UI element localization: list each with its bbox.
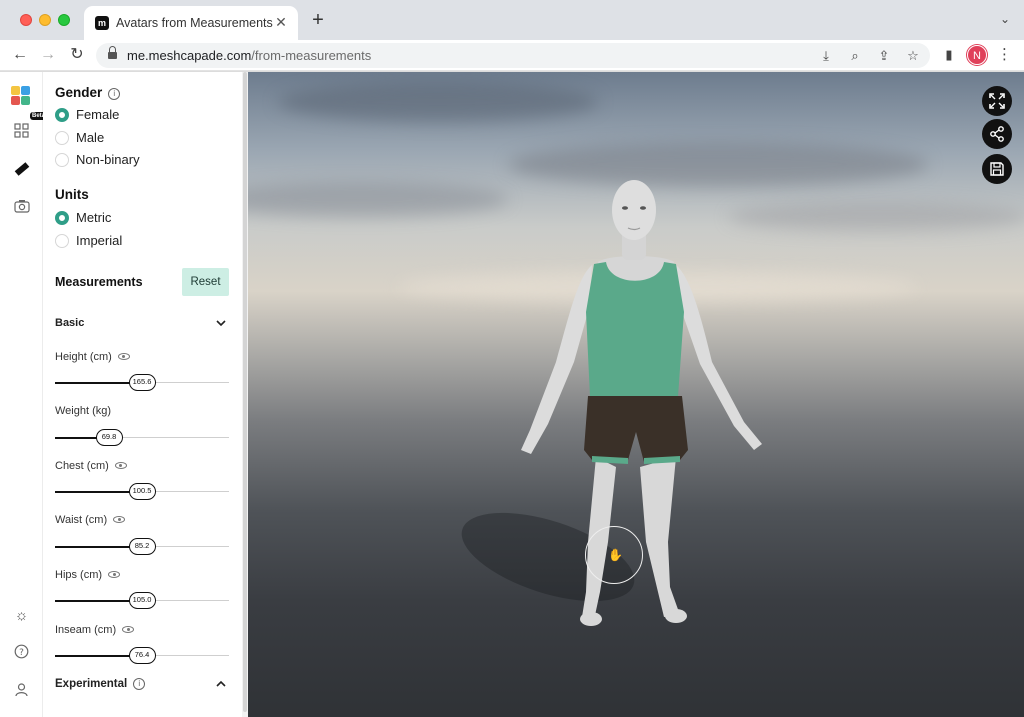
reload-icon[interactable]: ↻ — [66, 44, 88, 66]
eye-icon[interactable] — [117, 353, 130, 360]
eye-icon[interactable] — [108, 571, 121, 578]
address-bar[interactable]: me.meshcapade.com/from-measurements ⤓ ⌕ … — [96, 43, 930, 68]
minimize-window-button[interactable] — [39, 14, 51, 26]
sun-icon[interactable]: ☼ — [12, 606, 31, 625]
bookmark-star-icon[interactable]: ☆ — [904, 47, 922, 65]
reset-button[interactable]: Reset — [182, 268, 229, 296]
meshcapade-favicon-icon: m — [95, 16, 109, 30]
gender-heading: Gender i — [55, 85, 121, 100]
radio-button[interactable] — [55, 131, 69, 145]
browser-titlebar: m Avatars from Measurements ✕ + ⌄ — [0, 0, 1024, 40]
browser-tab[interactable]: m Avatars from Measurements ✕ — [84, 6, 298, 40]
grab-hand-icon: ✋ — [608, 548, 623, 562]
icon-rail: Beta ☼ ? — [0, 72, 48, 717]
eye-icon[interactable] — [114, 462, 127, 469]
chest-slider[interactable]: 100.5 — [55, 483, 229, 500]
side-panel-icon[interactable]: ▮ — [938, 44, 960, 66]
browser-menu-icon[interactable]: ⋮ — [997, 44, 1012, 66]
avatar-model[interactable] — [248, 72, 1024, 717]
eye-icon[interactable] — [122, 626, 135, 633]
dashboard-icon[interactable] — [12, 123, 31, 142]
weight-slider-handle[interactable]: 69.8 — [95, 429, 123, 446]
chest-slider-handle[interactable]: 100.5 — [128, 483, 156, 500]
hips-slider[interactable]: 105.0 — [55, 592, 229, 609]
app-root: Beta ☼ ? Gender i Female Male Non-binary… — [0, 72, 1024, 717]
share-icon[interactable]: ⇪ — [875, 47, 893, 65]
scrollbar-thumb[interactable] — [243, 72, 247, 712]
weight-label: Weight (kg) — [55, 405, 112, 417]
info-icon[interactable]: i — [108, 88, 121, 100]
maximize-window-button[interactable] — [58, 14, 70, 26]
lock-icon — [108, 46, 117, 60]
user-icon[interactable] — [12, 682, 31, 701]
profile-avatar[interactable]: N — [967, 45, 987, 65]
chevron-down-icon — [215, 317, 227, 331]
chevron-up-icon — [215, 678, 227, 692]
inseam-slider-handle[interactable]: 76.4 — [128, 647, 156, 664]
inseam-label: Inseam (cm) — [55, 624, 135, 636]
browser-toolbar: ← → ↻ me.meshcapade.com/from-measurement… — [0, 40, 1024, 71]
svg-text:?: ? — [19, 648, 24, 658]
meshcapade-logo[interactable]: Beta — [11, 86, 48, 120]
experimental-section-toggle[interactable]: Experimental i — [55, 678, 231, 694]
radio-button[interactable] — [55, 108, 69, 122]
install-app-icon[interactable]: ⤓ — [817, 47, 835, 65]
camera-icon[interactable] — [12, 199, 31, 218]
new-tab-button[interactable]: + — [308, 10, 328, 31]
radio-button[interactable] — [55, 234, 69, 248]
inseam-slider[interactable]: 76.4 — [55, 647, 229, 664]
radio-button[interactable] — [55, 211, 69, 225]
waist-slider[interactable]: 85.2 — [55, 538, 229, 555]
measurements-heading: Measurements — [55, 275, 143, 289]
ruler-icon[interactable] — [12, 161, 31, 180]
tab-search-chevron-icon[interactable]: ⌄ — [1000, 12, 1010, 26]
url-text: me.meshcapade.com/from-measurements — [127, 48, 372, 63]
save-button[interactable] — [982, 154, 1012, 184]
height-slider[interactable]: 165.6 — [55, 374, 229, 391]
waist-slider-handle[interactable]: 85.2 — [128, 538, 156, 555]
fullscreen-button[interactable] — [982, 86, 1012, 116]
height-slider-handle[interactable]: 165.6 — [128, 374, 156, 391]
avatar-3d-viewport[interactable]: ✋ — [248, 72, 1024, 717]
height-label: Height (cm) — [55, 351, 130, 363]
basic-section-toggle[interactable]: Basic — [55, 317, 231, 333]
hips-slider-handle[interactable]: 105.0 — [128, 592, 156, 609]
zoom-icon[interactable]: ⌕ — [846, 47, 864, 65]
close-tab-icon[interactable]: ✕ — [272, 13, 290, 31]
help-icon[interactable]: ? — [12, 644, 31, 663]
weight-slider[interactable]: 69.8 — [55, 429, 229, 446]
forward-arrow-icon[interactable]: → — [37, 44, 59, 66]
radio-button[interactable] — [55, 153, 69, 167]
tab-title: Avatars from Measurements — [116, 16, 273, 30]
settings-panel: Gender i Female Male Non-binary Units Met… — [43, 72, 242, 717]
info-icon[interactable]: i — [133, 678, 146, 690]
chest-label: Chest (cm) — [55, 460, 127, 472]
share-button[interactable] — [982, 119, 1012, 149]
eye-icon[interactable] — [113, 516, 126, 523]
hips-label: Hips (cm) — [55, 569, 121, 581]
waist-label: Waist (cm) — [55, 514, 126, 526]
units-heading: Units — [55, 187, 89, 202]
back-arrow-icon[interactable]: ← — [9, 44, 31, 66]
close-window-button[interactable] — [20, 14, 32, 26]
